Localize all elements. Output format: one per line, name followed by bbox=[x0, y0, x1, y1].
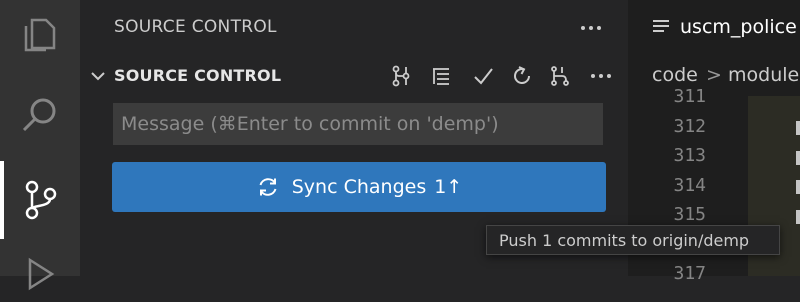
sync-icon bbox=[256, 175, 280, 199]
breadcrumb-separator: > bbox=[706, 64, 722, 86]
editor-tab[interactable]: uscm_police bbox=[628, 0, 800, 56]
code-text-fragment bbox=[796, 151, 800, 165]
explorer-icon[interactable] bbox=[18, 12, 62, 56]
file-text-icon bbox=[652, 18, 670, 36]
sync-count: 1↑ bbox=[434, 176, 463, 198]
breadcrumb-item[interactable]: code bbox=[652, 64, 698, 86]
commit-message-input[interactable] bbox=[113, 103, 603, 145]
line-number: 314 bbox=[673, 175, 706, 196]
line-number: 311 bbox=[673, 86, 706, 107]
more-actions-icon[interactable] bbox=[576, 14, 606, 42]
push-tooltip: Push 1 commits to origin/demp bbox=[486, 225, 780, 255]
checkmark-icon[interactable] bbox=[468, 61, 498, 91]
code-text-fragment bbox=[796, 180, 800, 194]
search-icon[interactable] bbox=[18, 92, 62, 136]
code-text-fragment bbox=[796, 121, 800, 135]
activity-bar bbox=[0, 0, 80, 291]
breadcrumb-item[interactable]: module bbox=[728, 64, 799, 86]
section-title: SOURCE CONTROL bbox=[114, 66, 282, 85]
line-number: 317 bbox=[673, 263, 706, 284]
line-number: 312 bbox=[673, 116, 706, 137]
more-icon[interactable] bbox=[586, 61, 616, 91]
tab-strip: uscm_police bbox=[628, 0, 800, 56]
branch-icon[interactable] bbox=[545, 61, 575, 91]
line-number: 315 bbox=[673, 204, 706, 225]
graph-icon[interactable] bbox=[386, 61, 416, 91]
run-debug-icon[interactable] bbox=[18, 254, 62, 298]
line-number: 313 bbox=[673, 145, 706, 166]
list-view-icon[interactable] bbox=[426, 61, 456, 91]
tab-label: uscm_police bbox=[680, 16, 797, 38]
active-view-indicator bbox=[0, 161, 4, 239]
sync-button-label: Sync Changes bbox=[291, 176, 427, 198]
refresh-icon[interactable] bbox=[507, 61, 537, 91]
sync-changes-button[interactable]: Sync Changes 1↑ bbox=[112, 162, 606, 212]
source-control-section[interactable]: SOURCE CONTROL bbox=[80, 58, 628, 94]
source-control-icon[interactable] bbox=[18, 178, 62, 222]
sidebar-header-title: SOURCE CONTROL bbox=[114, 17, 277, 37]
chevron-down-icon[interactable] bbox=[88, 66, 108, 86]
arrow-up-icon: ↑ bbox=[446, 176, 463, 198]
code-text-fragment bbox=[796, 210, 800, 224]
